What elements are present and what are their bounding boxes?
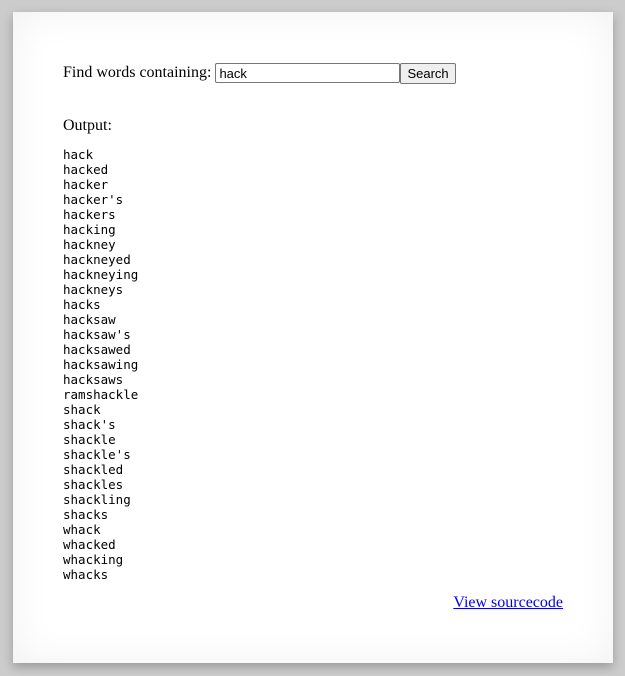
main-card: Find words containing: Search Output: ha… xyxy=(13,12,613,663)
result-item: hackneyed xyxy=(63,252,131,267)
search-form: Find words containing: Search xyxy=(63,62,563,84)
result-item: hackneys xyxy=(63,282,124,297)
result-item: hacksawed xyxy=(63,342,131,357)
view-sourcecode-link[interactable]: View sourcecode xyxy=(453,594,563,611)
result-item: hackers xyxy=(63,207,116,222)
result-item: whacking xyxy=(63,552,124,567)
result-item: ramshackle xyxy=(63,387,139,402)
result-item: hacksaw xyxy=(63,312,116,327)
result-item: shack xyxy=(63,402,101,417)
result-item: hacking xyxy=(63,222,116,237)
result-item: shackles xyxy=(63,477,124,492)
search-button[interactable]: Search xyxy=(400,62,456,84)
result-item: hacked xyxy=(63,162,109,177)
result-item: hack xyxy=(63,147,94,162)
results-list: hack hacked hacker hacker's hackers hacking ha… xyxy=(63,147,563,582)
result-item: hacksaws xyxy=(63,372,124,387)
result-item: hacker's xyxy=(63,192,124,207)
result-item: shackle xyxy=(63,432,116,447)
result-item: hacksawing xyxy=(63,357,139,372)
result-item: hacks xyxy=(63,297,101,312)
result-item: hacksaw's xyxy=(63,327,131,342)
result-item: shack's xyxy=(63,417,116,432)
search-label: Find words containing: xyxy=(63,64,212,81)
result-item: whacked xyxy=(63,537,116,552)
result-item: hackneying xyxy=(63,267,139,282)
result-item: hackney xyxy=(63,237,116,252)
result-item: hacker xyxy=(63,177,109,192)
search-input[interactable] xyxy=(215,63,401,83)
result-item: shacks xyxy=(63,507,109,522)
result-item: shackle's xyxy=(63,447,131,462)
result-item: shackling xyxy=(63,492,131,507)
result-item: whack xyxy=(63,522,101,537)
output-label: Output: xyxy=(63,117,112,134)
result-item: whacks xyxy=(63,567,109,582)
result-item: shackled xyxy=(63,462,124,477)
